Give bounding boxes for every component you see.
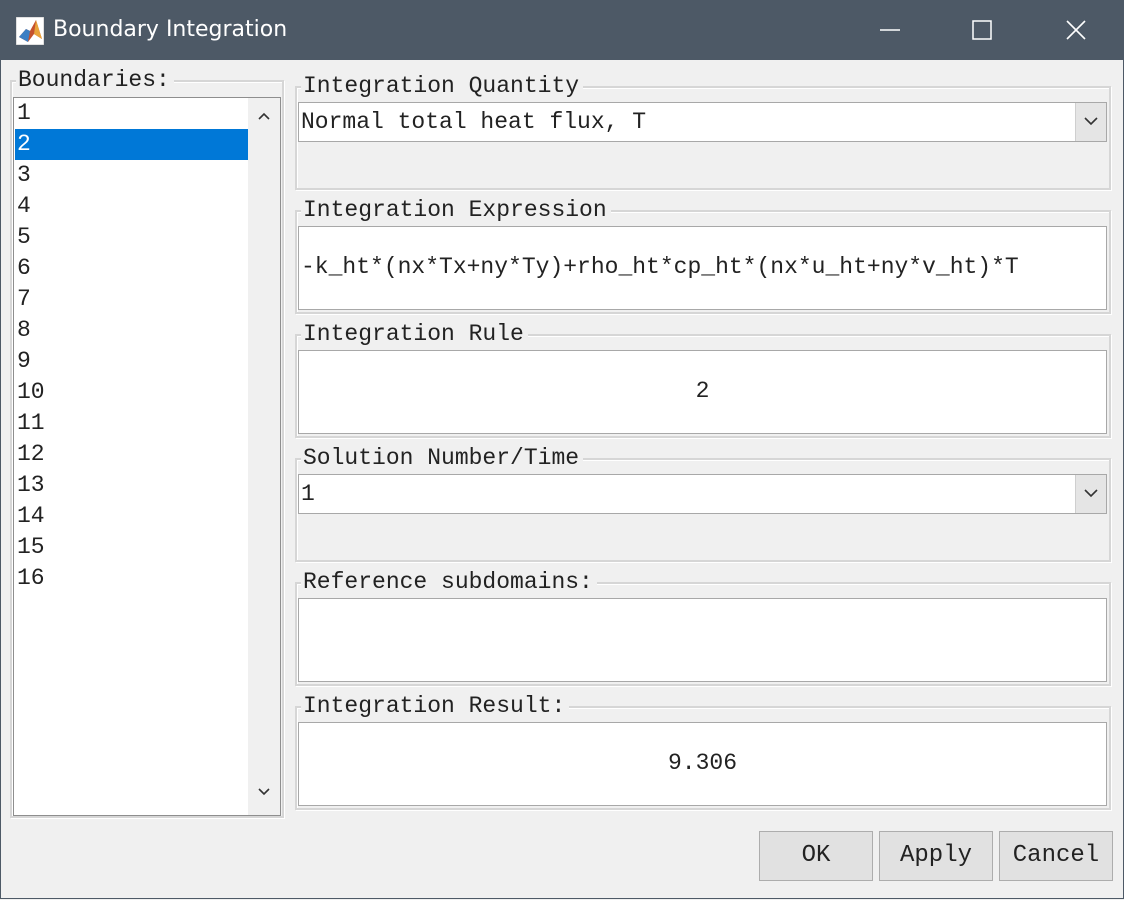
maximize-icon [972, 20, 992, 40]
integration-rule-value: 2 [695, 378, 710, 404]
solution-value: 1 [301, 481, 315, 507]
chevron-up-icon[interactable] [258, 112, 270, 120]
integration-expression-value: -k_ht*(nx*Tx+ny*Ty)+rho_ht*cp_ht*(nx*u_h… [301, 254, 1019, 280]
list-item[interactable]: 15 [15, 532, 249, 563]
reference-subdomains-input[interactable] [298, 598, 1107, 682]
dropdown-arrow[interactable] [1075, 103, 1106, 141]
integration-quantity-label: Integration Quantity [301, 72, 584, 100]
dropdown-arrow[interactable] [1075, 475, 1106, 513]
integration-result-display: 9.306 [298, 722, 1107, 806]
matlab-icon[interactable] [15, 16, 45, 46]
cancel-button[interactable]: Cancel [999, 831, 1113, 881]
solution-label: Solution Number/Time [301, 444, 584, 472]
integration-expression-input[interactable]: -k_ht*(nx*Tx+ny*Ty)+rho_ht*cp_ht*(nx*u_h… [298, 226, 1107, 310]
minimize-button[interactable] [844, 0, 936, 60]
list-item[interactable]: 10 [15, 377, 249, 408]
integration-result-label: Integration Result: [301, 692, 570, 720]
list-item[interactable]: 13 [15, 470, 249, 501]
window-title: Boundary Integration [53, 17, 288, 42]
boundaries-listbox[interactable]: 1 2 3 4 5 6 7 8 9 10 11 12 13 14 15 16 [13, 97, 281, 816]
integration-expression-label: Integration Expression [301, 196, 611, 224]
list-item[interactable]: 3 [15, 160, 249, 191]
chevron-down-icon [1084, 117, 1098, 126]
close-button[interactable] [1030, 0, 1122, 60]
reference-subdomains-label: Reference subdomains: [301, 568, 597, 596]
integration-result-value: 9.306 [667, 750, 737, 776]
list-item[interactable]: 4 [15, 191, 249, 222]
list-item-selected[interactable]: 2 [15, 129, 249, 160]
close-icon [1066, 20, 1086, 40]
chevron-down-icon [1084, 489, 1098, 498]
list-item[interactable]: 8 [15, 315, 249, 346]
list-item[interactable]: 5 [15, 222, 249, 253]
integration-quantity-value: Normal total heat flux, T [301, 109, 647, 135]
minimize-icon [880, 29, 900, 31]
boundaries-label: Boundaries: [16, 66, 174, 94]
list-item[interactable]: 6 [15, 253, 249, 284]
list-item[interactable]: 12 [15, 439, 249, 470]
list-item[interactable]: 11 [15, 408, 249, 439]
solution-dropdown[interactable]: 1 [298, 474, 1107, 514]
apply-button[interactable]: Apply [879, 831, 993, 881]
maximize-button[interactable] [936, 0, 1028, 60]
integration-rule-label: Integration Rule [301, 320, 528, 348]
listbox-scrollbar[interactable] [248, 98, 280, 815]
list-item[interactable]: 9 [15, 346, 249, 377]
integration-quantity-dropdown[interactable]: Normal total heat flux, T [298, 102, 1107, 142]
list-item[interactable]: 7 [15, 284, 249, 315]
list-item[interactable]: 1 [15, 98, 249, 129]
list-item[interactable]: 16 [15, 563, 249, 594]
ok-button[interactable]: OK [759, 831, 873, 881]
chevron-down-icon[interactable] [258, 788, 270, 796]
title-bar: Boundary Integration [0, 0, 1124, 60]
integration-rule-input[interactable]: 2 [298, 350, 1107, 434]
list-item[interactable]: 14 [15, 501, 249, 532]
